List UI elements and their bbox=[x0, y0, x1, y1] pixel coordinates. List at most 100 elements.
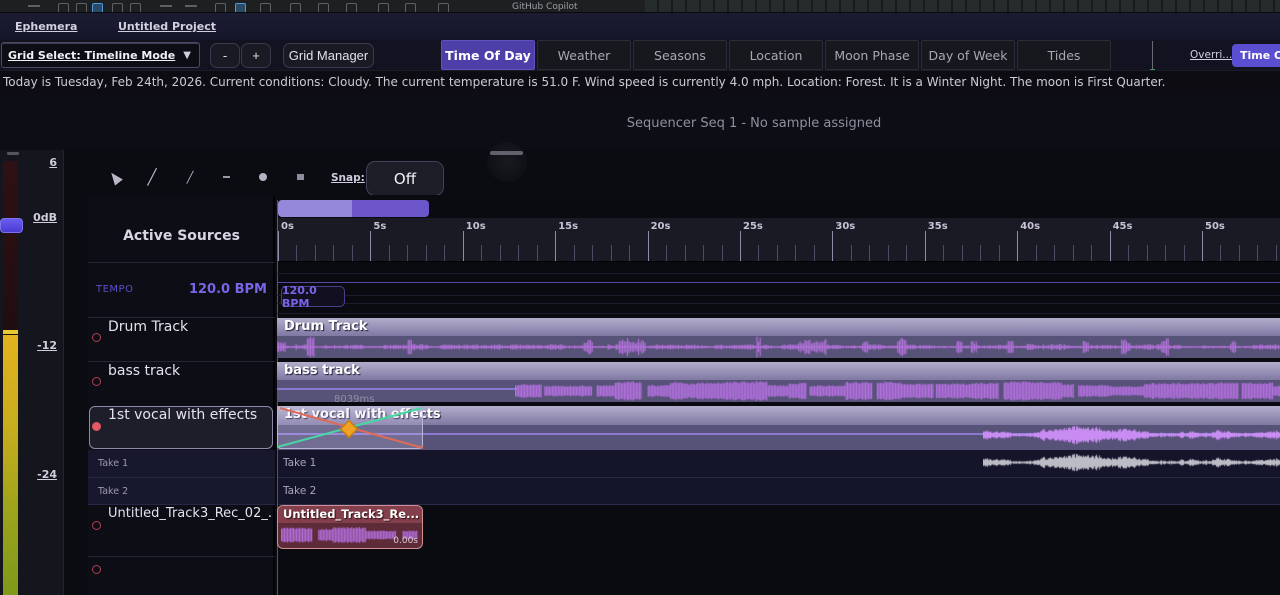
bass-clip-body bbox=[277, 380, 1280, 402]
copilot-hint-text: GitHub Copilot bbox=[512, 2, 578, 12]
toolbar-icon[interactable] bbox=[290, 3, 301, 13]
snap-label[interactable]: Snap: bbox=[331, 172, 365, 184]
status-bar: Today is Tuesday, Feb 24th, 2026. Curren… bbox=[0, 70, 1280, 93]
ruler-minor-tick bbox=[592, 245, 593, 261]
toolbar-icon[interactable] bbox=[260, 3, 271, 13]
toolbar-icon[interactable] bbox=[346, 3, 357, 13]
ruler-minor-tick bbox=[1165, 245, 1166, 261]
dot-icon[interactable] bbox=[252, 164, 274, 190]
loop-region-bar[interactable] bbox=[278, 200, 429, 217]
untitled-clip[interactable]: Untitled_Track3_Re... 0.00s bbox=[277, 505, 423, 549]
ruler-minor-tick bbox=[722, 245, 723, 261]
ruler-minor-tick bbox=[906, 245, 907, 261]
toolbar-icon[interactable] bbox=[185, 5, 197, 7]
ruler-minor-tick bbox=[1073, 245, 1074, 261]
fader-handle[interactable] bbox=[0, 218, 23, 233]
time-ruler[interactable]: 0s5s10s15s20s25s30s35s40s45s50s bbox=[277, 218, 1280, 262]
tempo-value[interactable]: 120.0 BPM bbox=[88, 282, 267, 297]
square-icon[interactable] bbox=[289, 164, 311, 190]
ruler-major-tick bbox=[740, 231, 741, 261]
toolbar-icon[interactable] bbox=[215, 3, 226, 13]
tab-day-of-week[interactable]: Day of Week bbox=[921, 40, 1015, 70]
zoom-out-button[interactable]: - bbox=[210, 43, 240, 68]
ruler-minor-tick bbox=[962, 245, 963, 261]
bass-automation-line[interactable] bbox=[277, 388, 517, 390]
fader-panel: 6 0dB -12 -24 bbox=[0, 150, 64, 595]
record-arm-icon[interactable] bbox=[92, 377, 101, 386]
tab-weather[interactable]: Weather bbox=[537, 40, 631, 70]
grid-manager-button[interactable]: Grid Manager bbox=[283, 43, 374, 68]
toolbar-icon[interactable] bbox=[160, 5, 172, 7]
bpm-badge[interactable]: 120.0 BPM bbox=[281, 286, 345, 307]
ruler-minor-tick bbox=[1257, 245, 1258, 261]
track-row-drum[interactable]: Drum Track bbox=[108, 319, 188, 335]
tab-moon-phase[interactable]: Moon Phase bbox=[825, 40, 919, 70]
ruler-minor-tick bbox=[352, 245, 353, 261]
toolbar-icon[interactable] bbox=[438, 3, 449, 13]
take1-label: Take 1 bbox=[98, 458, 128, 469]
row-separator bbox=[88, 317, 275, 318]
ruler-minor-tick bbox=[1091, 245, 1092, 261]
snap-toggle-button[interactable]: Off bbox=[366, 161, 444, 196]
toolbar-icon[interactable] bbox=[130, 3, 141, 13]
knob-glow bbox=[487, 142, 527, 182]
vocal-clip[interactable]: 1st vocal with effects bbox=[277, 406, 1280, 450]
toolbar-icon[interactable] bbox=[28, 5, 40, 7]
override-link[interactable]: Overri... bbox=[1190, 49, 1232, 61]
tab-seasons[interactable]: Seasons bbox=[633, 40, 727, 70]
tab-time-of-day[interactable]: Time Of Day bbox=[441, 40, 535, 70]
tab-tides[interactable]: Tides bbox=[1017, 40, 1111, 70]
ruler-tick-label: 50s bbox=[1205, 221, 1225, 232]
fader-track[interactable] bbox=[3, 161, 18, 331]
drum-waveform bbox=[277, 336, 1280, 358]
app-menu-link[interactable]: Ephemera bbox=[15, 20, 77, 33]
line-icon[interactable]: ╱ bbox=[179, 164, 201, 190]
take2-row-panel[interactable]: Take 2 bbox=[88, 478, 275, 505]
track-row-vocal-name[interactable]: 1st vocal with effects bbox=[108, 407, 257, 423]
grid-line bbox=[277, 295, 1280, 296]
take1-row-panel[interactable]: Take 1 bbox=[88, 450, 275, 478]
cursor-icon[interactable]: ▲ bbox=[104, 164, 126, 190]
record-arm-icon[interactable] bbox=[92, 565, 101, 574]
cursor-tool-icon[interactable] bbox=[92, 3, 103, 13]
toolbar-icon[interactable] bbox=[76, 3, 87, 13]
tab-location[interactable]: Location bbox=[729, 40, 823, 70]
toolbar-icon[interactable] bbox=[405, 3, 416, 13]
time-override-button[interactable]: Time Overr bbox=[1232, 44, 1280, 67]
db-label: 0dB bbox=[33, 211, 57, 224]
toolbar-icon[interactable] bbox=[58, 3, 69, 13]
tempo-automation-line[interactable] bbox=[277, 282, 1280, 283]
drum-clip[interactable]: Drum Track bbox=[277, 318, 1280, 358]
toolbar-icon[interactable] bbox=[318, 3, 329, 13]
bass-clip[interactable]: bass track bbox=[277, 362, 1280, 402]
pencil-icon[interactable]: ╱ bbox=[141, 164, 163, 190]
vocal-selected-region[interactable] bbox=[277, 406, 423, 449]
ruler-minor-tick bbox=[574, 245, 575, 261]
ruler-minor-tick bbox=[703, 245, 704, 261]
take2-row-timeline[interactable]: Take 2 bbox=[278, 478, 1280, 505]
grid-select-value: Grid Select: Timeline Mode bbox=[8, 49, 175, 62]
knob-handle[interactable] bbox=[490, 151, 523, 155]
track-row-bass[interactable]: bass track bbox=[108, 363, 180, 379]
ruler-tick-label: 5s bbox=[373, 221, 386, 232]
record-arm-icon[interactable] bbox=[92, 333, 101, 342]
loop-region-a bbox=[278, 200, 352, 217]
take1-timeline-label: Take 1 bbox=[283, 457, 316, 469]
toolbar-icon[interactable] bbox=[378, 3, 389, 13]
grid-line bbox=[277, 303, 1280, 304]
dash-icon[interactable] bbox=[215, 164, 237, 190]
track-row-untitled[interactable]: Untitled_Track3_Rec_02_... bbox=[108, 506, 273, 521]
zoom-in-button[interactable]: + bbox=[241, 43, 271, 68]
toolbar-icon[interactable] bbox=[235, 3, 246, 13]
ruler-tick-label: 15s bbox=[558, 221, 578, 232]
toolbar-icon[interactable] bbox=[112, 3, 123, 13]
record-arm-icon[interactable] bbox=[92, 422, 101, 431]
ruler-minor-tick bbox=[296, 245, 297, 261]
row-separator bbox=[88, 262, 275, 263]
grid-select-dropdown[interactable]: Grid Select: Timeline Mode ▼ bbox=[1, 42, 200, 68]
ruler-major-tick bbox=[1202, 231, 1203, 261]
ruler-minor-tick bbox=[537, 245, 538, 261]
record-arm-icon[interactable] bbox=[92, 521, 101, 530]
take1-row-timeline[interactable]: Take 1 bbox=[278, 450, 1280, 478]
project-menu-link[interactable]: Untitled Project bbox=[118, 20, 216, 33]
